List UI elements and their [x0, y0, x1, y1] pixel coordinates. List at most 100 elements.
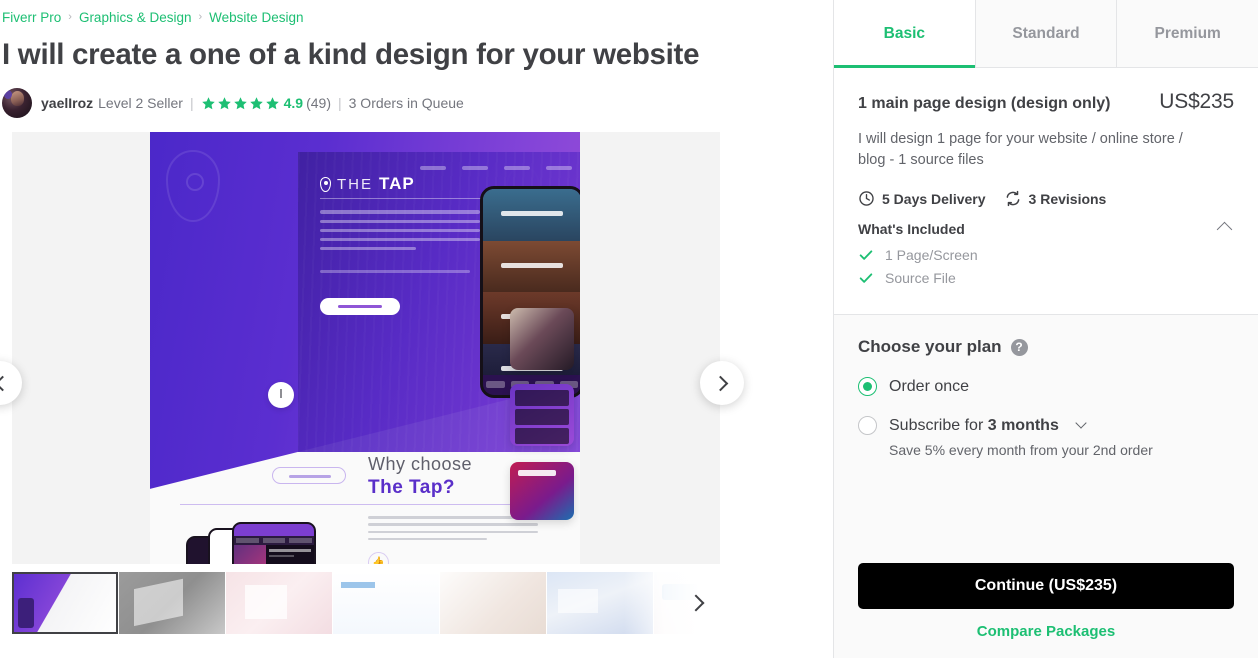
mockup-why-choose: Why choose The Tap? — [368, 454, 472, 499]
choose-plan-title: Choose your plan ? — [858, 337, 1234, 357]
pin-icon — [320, 176, 331, 192]
mockup-side-photo — [510, 308, 574, 371]
package-header: 1 main page design (design only) US$235 — [858, 90, 1234, 114]
breadcrumb: Fiverr Pro › Graphics & Design › Website… — [0, 0, 833, 28]
gallery-thumbnail-3[interactable] — [226, 572, 332, 635]
mockup-feature-cell: 👍 Discounts & Deals — [368, 552, 458, 565]
gallery-slide-active[interactable]: THE TAP Why choose The Tap? 👍 — [150, 132, 580, 565]
package-price: US$235 — [1159, 90, 1234, 113]
package-panel: Basic Standard Premium 1 main page desig… — [833, 0, 1258, 658]
chevron-right-icon — [712, 375, 728, 392]
subscribe-duration: 3 months — [987, 416, 1059, 434]
mockup-why-choose-brand: The Tap? — [368, 477, 456, 499]
included-item: Source File — [858, 270, 1234, 286]
star-icon — [233, 97, 247, 110]
mockup-navbar — [420, 166, 572, 171]
orders-in-queue: 3 Orders in Queue — [348, 95, 464, 112]
chevron-up-icon — [1216, 221, 1233, 237]
chevron-right-icon — [687, 594, 705, 612]
rating-stars — [201, 96, 280, 111]
gallery-viewport: THE TAP Why choose The Tap? 👍 — [12, 132, 720, 565]
included-item-label: Source File — [885, 270, 956, 287]
compare-packages-link[interactable]: Compare Packages — [858, 623, 1234, 640]
radio-order-once[interactable] — [858, 377, 877, 397]
avatar[interactable] — [2, 88, 32, 119]
tab-premium[interactable]: Premium — [1117, 0, 1258, 67]
gallery-thumbnail-2[interactable] — [119, 572, 225, 635]
thumbs-up-icon: 👍 — [368, 552, 389, 565]
gallery-thumbnail-4[interactable] — [333, 572, 439, 635]
mockup-phone-front — [232, 522, 316, 565]
rating-count: (49) — [306, 95, 331, 112]
mockup-divider — [180, 504, 540, 506]
choose-plan-label: Choose your plan — [858, 337, 1002, 357]
mockup-phone-stack — [186, 522, 316, 565]
mockup-logo-rule — [320, 198, 485, 200]
tab-standard[interactable]: Standard — [975, 0, 1118, 67]
included-list: 1 Page/Screen Source File — [858, 247, 1234, 286]
seller-level: Level 2 Seller — [98, 95, 183, 112]
rating-value: 4.9 — [283, 95, 304, 112]
included-item: 1 Page/Screen — [858, 247, 1234, 263]
breadcrumb-item-website-design[interactable]: Website Design — [209, 10, 303, 25]
mockup-side-card-gradient — [510, 462, 574, 521]
subscribe-save-note: Save 5% every month from your 2nd order — [889, 442, 1153, 459]
mockup-logo-tap: TAP — [379, 174, 415, 194]
mockup-feature-grid: 👍 Discounts & Deals ♡ Customized Suggest… — [368, 552, 548, 565]
gallery-thumbnail-strip — [12, 572, 720, 635]
tab-basic[interactable]: Basic — [834, 0, 976, 68]
delivery-time: 5 Days Delivery — [858, 190, 986, 207]
subscribe-prefix: Subscribe for — [889, 416, 984, 434]
breadcrumb-item-fiverr-pro[interactable]: Fiverr Pro — [2, 10, 61, 25]
star-icon — [201, 97, 215, 110]
revisions: 3 Revisions — [1004, 190, 1107, 207]
included-item-label: 1 Page/Screen — [885, 247, 978, 264]
star-icon — [249, 97, 263, 110]
plan-option-order-once-label: Order once — [889, 377, 970, 395]
gig-main-column: Fiverr Pro › Graphics & Design › Website… — [0, 0, 833, 658]
check-icon — [859, 250, 873, 260]
gallery-thumbnails-next-button[interactable] — [624, 572, 720, 635]
whats-included-label: What's Included — [858, 221, 965, 238]
gallery-thumbnail-1[interactable] — [12, 572, 118, 635]
star-icon — [265, 97, 279, 110]
plan-option-subscribe-label: Subscribe for 3 months — [889, 417, 1059, 435]
mockup-side-card — [510, 384, 574, 447]
queue-divider: | — [337, 95, 342, 112]
whats-included-toggle[interactable]: What's Included — [858, 221, 1234, 237]
seller-divider: | — [189, 95, 194, 112]
mockup-body-copy — [368, 516, 538, 544]
chevron-down-icon[interactable] — [1075, 416, 1087, 429]
gallery-next-button[interactable] — [700, 361, 744, 406]
package-description: I will design 1 page for your website / … — [858, 131, 1183, 169]
plan-option-subscribe[interactable]: Subscribe for 3 months — [858, 416, 1234, 436]
revisions-label: 3 Revisions — [1028, 190, 1107, 207]
mockup-why-choose-line1: Why choose — [368, 454, 473, 475]
watermark-pin-icon — [166, 150, 220, 223]
continue-button[interactable]: Continue (US$235) — [858, 563, 1234, 609]
page-title: I will create a one of a kind design for… — [2, 38, 700, 71]
mockup-features-pill — [272, 467, 346, 485]
breadcrumb-separator-icon: › — [68, 11, 72, 23]
chevron-left-icon — [0, 375, 10, 392]
mockup-logo: THE TAP — [320, 174, 415, 194]
star-icon — [217, 97, 231, 110]
mockup-subparagraph — [320, 270, 470, 278]
package-name: 1 main page design (design only) — [858, 95, 1111, 112]
radio-subscribe[interactable] — [858, 416, 877, 436]
breadcrumb-item-graphics-design[interactable]: Graphics & Design — [79, 10, 192, 25]
breadcrumb-separator-icon: › — [198, 11, 203, 23]
clock-icon — [859, 191, 874, 206]
help-icon[interactable]: ? — [1010, 338, 1028, 356]
mockup-paragraph — [320, 210, 480, 256]
revisions-icon — [1006, 190, 1019, 207]
gallery-thumbnail-5[interactable] — [440, 572, 546, 635]
mockup-cta-button — [320, 298, 400, 316]
package-meta-row: 5 Days Delivery 3 Revisions — [858, 190, 1234, 207]
package-tabs: Basic Standard Premium — [834, 0, 1258, 68]
plan-option-order-once[interactable]: Order once — [858, 377, 1234, 397]
seller-name[interactable]: yaelIroz — [41, 95, 93, 111]
check-icon — [859, 273, 873, 283]
mockup-logo-the: THE — [337, 175, 373, 193]
gallery: THE TAP Why choose The Tap? 👍 — [0, 132, 744, 635]
